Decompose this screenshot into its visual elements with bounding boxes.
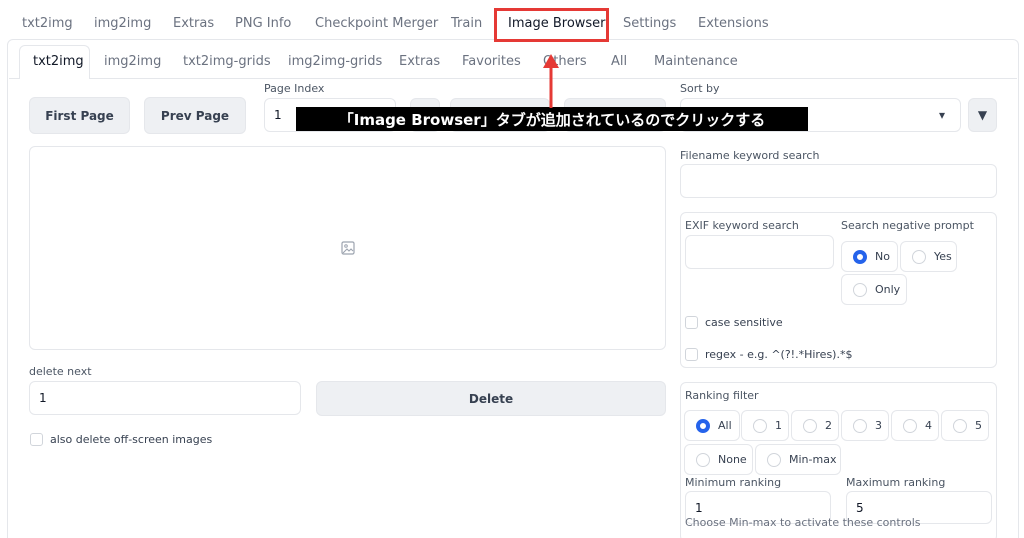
top-tab-settings[interactable]: Settings [623,16,676,31]
delete-offscreen-label: also delete off-screen images [50,433,213,446]
prev-page-button[interactable]: Prev Page [144,97,246,134]
radio-unselected-icon [803,418,817,433]
exif-search-input[interactable] [685,235,834,269]
filename-search-input[interactable] [680,164,997,198]
radio-label: 3 [875,419,882,432]
ranking-hint-text: Choose Min-max to activate these control… [685,516,921,529]
annotation-highlight-box [494,8,609,42]
sub-tab-img2img-grids[interactable]: img2img-grids [288,54,382,69]
ranking-radio-1[interactable]: 1 [741,410,789,441]
regex-checkbox[interactable] [685,348,698,361]
radio-unselected-icon [696,452,710,467]
max-ranking-label: Maximum ranking [846,476,946,489]
page-index-label: Page Index [264,82,325,95]
radio-unselected-icon [853,418,867,433]
radio-selected-icon [853,249,867,264]
top-tab-extras[interactable]: Extras [173,16,214,31]
radio-selected-icon [696,418,710,433]
radio-unselected-icon [912,249,926,264]
sub-tab-maintenance[interactable]: Maintenance [654,54,738,69]
sub-tab-divider [9,78,19,79]
radio-label: No [875,250,890,263]
negative-prompt-label: Search negative prompt [841,219,974,232]
radio-unselected-icon [767,452,781,467]
ranking-radio-5[interactable]: 5 [941,410,989,441]
sub-tab-extras[interactable]: Extras [399,54,440,69]
delete-offscreen-checkbox[interactable] [30,433,43,446]
ranking-radio-3[interactable]: 3 [841,410,889,441]
ranking-filter-label: Ranking filter [685,389,759,402]
radio-unselected-icon [753,418,767,433]
radio-label: Only [875,283,901,296]
min-ranking-label: Minimum ranking [685,476,782,489]
sort-direction-button[interactable]: ▼ [968,98,997,132]
top-tab-extensions[interactable]: Extensions [698,16,769,31]
sort-direction-icon: ▼ [977,108,988,122]
delete-button[interactable]: Delete [316,381,666,416]
image-gallery[interactable] [29,146,666,350]
negative-prompt-radio-no[interactable]: No [841,241,898,272]
radio-label: All [718,419,732,432]
radio-label: 5 [975,419,982,432]
radio-label: 2 [825,419,832,432]
annotation-arrow-icon [543,54,559,108]
ranking-radio-none[interactable]: None [684,444,753,475]
radio-unselected-icon [953,418,967,433]
ranking-radio-4[interactable]: 4 [891,410,939,441]
radio-label: 4 [925,419,932,432]
top-tab-checkpoint-merger[interactable]: Checkpoint Merger [315,16,438,31]
sub-tab-txt2img-grids[interactable]: txt2img-grids [183,54,271,69]
regex-label: regex - e.g. ^(?!.*Hires).*$ [705,348,853,361]
first-page-button[interactable]: First Page [29,97,130,134]
case-sensitive-label: case sensitive [705,316,783,329]
filename-search-label: Filename keyword search [680,149,820,162]
negative-prompt-radio-yes[interactable]: Yes [900,241,957,272]
delete-next-label: delete next [29,365,92,378]
sort-by-label: Sort by [680,82,720,95]
case-sensitive-checkbox[interactable] [685,316,698,329]
radio-unselected-icon [853,282,867,297]
exif-search-label: EXIF keyword search [685,219,799,232]
top-tab-png-info[interactable]: PNG Info [235,16,291,31]
radio-unselected-icon [903,418,917,433]
chevron-down-icon: ▾ [938,108,945,122]
radio-label: None [718,453,747,466]
negative-prompt-radio-only[interactable]: Only [841,274,907,305]
image-placeholder-icon [341,241,355,255]
ranking-radio-all[interactable]: All [684,410,740,441]
ranking-radio-2[interactable]: 2 [791,410,839,441]
sub-tab-img2img[interactable]: img2img [104,54,161,69]
top-tab-train[interactable]: Train [451,16,482,31]
radio-label: Yes [934,250,952,263]
sub-tab-all[interactable]: All [611,54,627,69]
top-tab-txt2img[interactable]: txt2img [22,16,73,31]
sub-tab-favorites[interactable]: Favorites [462,54,521,69]
top-tab-img2img[interactable]: img2img [94,16,151,31]
delete-next-input[interactable]: 1 [29,381,301,415]
radio-label: 1 [775,419,782,432]
annotation-caption: 「Image Browser」タブが追加されているのでクリックする [296,107,808,131]
sub-tab-txt2img[interactable]: txt2img [33,54,84,69]
radio-label: Min-max [789,453,837,466]
ranking-radio-min-max[interactable]: Min-max [755,444,841,475]
